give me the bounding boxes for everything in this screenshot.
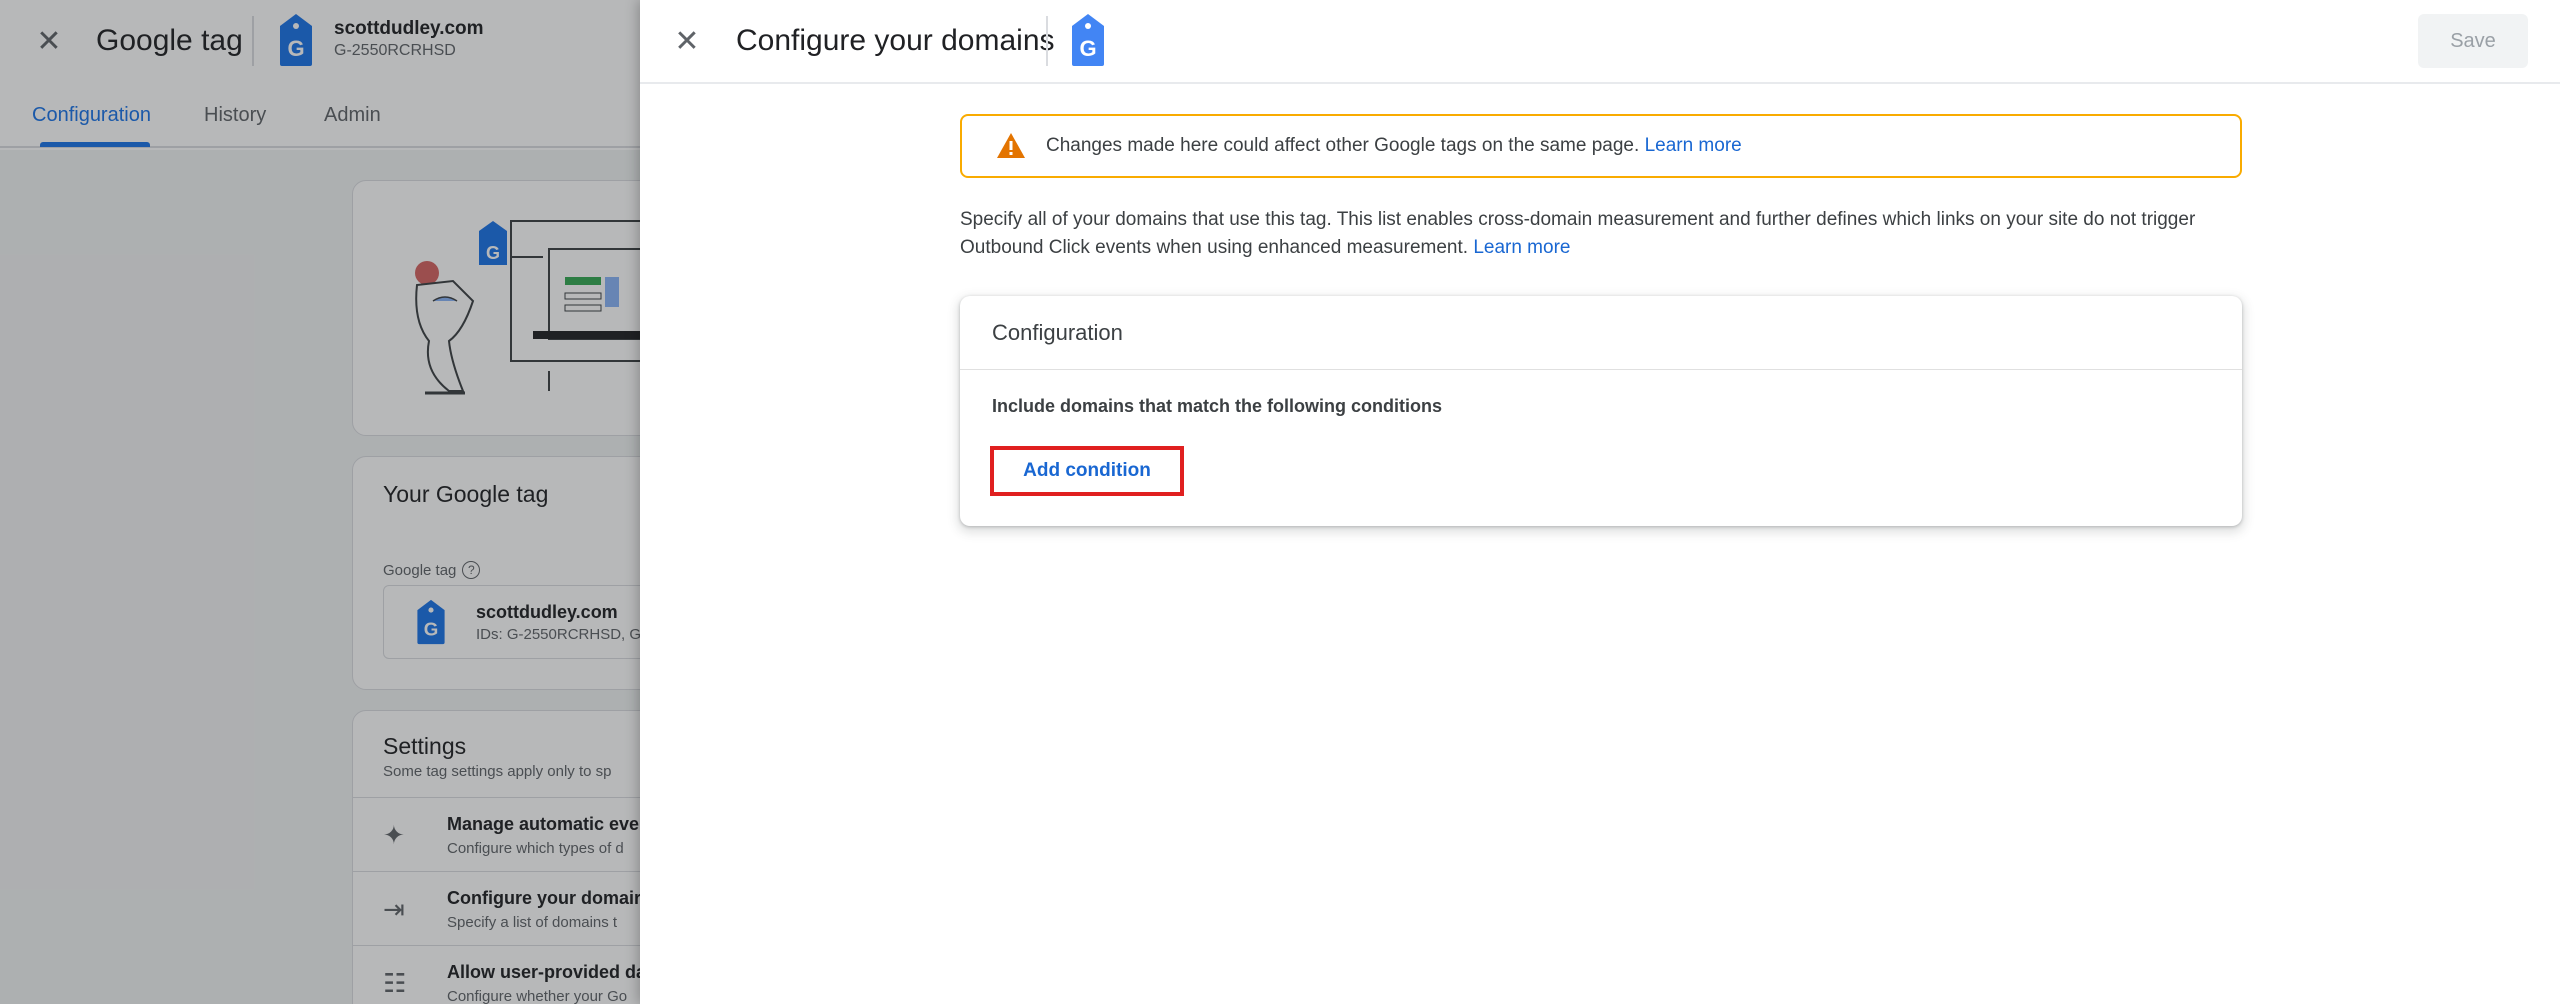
highlight-box: Add condition	[990, 446, 1184, 496]
description-text: Specify all of your domains that use thi…	[960, 209, 2196, 258]
configuration-card: Configuration Include domains that match…	[960, 296, 2242, 526]
configure-domains-panel: ✕ Configure your domains G Save Changes …	[640, 0, 2560, 1004]
panel-title: Configure your domains	[736, 24, 1055, 57]
warning-message: Changes made here could affect other Goo…	[1046, 135, 1640, 156]
save-button[interactable]: Save	[2418, 14, 2528, 68]
learn-more-link[interactable]: Learn more	[1645, 135, 1742, 156]
warning-text: Changes made here could affect other Goo…	[1046, 135, 1742, 157]
add-condition-button[interactable]: Add condition	[1023, 460, 1151, 482]
panel-description: Specify all of your domains that use thi…	[960, 206, 2250, 262]
configuration-title: Configuration	[992, 320, 1123, 345]
warning-banner: Changes made here could affect other Goo…	[960, 114, 2242, 178]
panel-header: ✕ Configure your domains G Save	[640, 0, 2560, 84]
condition-label: Include domains that match the following…	[992, 396, 1443, 416]
learn-more-link[interactable]: Learn more	[1473, 237, 1570, 258]
google-tag-icon: G	[1068, 12, 1108, 73]
divider	[1046, 16, 1048, 66]
warning-icon	[997, 133, 1025, 158]
svg-text:G: G	[1079, 36, 1096, 61]
configuration-card-header: Configuration	[960, 296, 2242, 370]
close-icon[interactable]: ✕	[670, 24, 704, 58]
